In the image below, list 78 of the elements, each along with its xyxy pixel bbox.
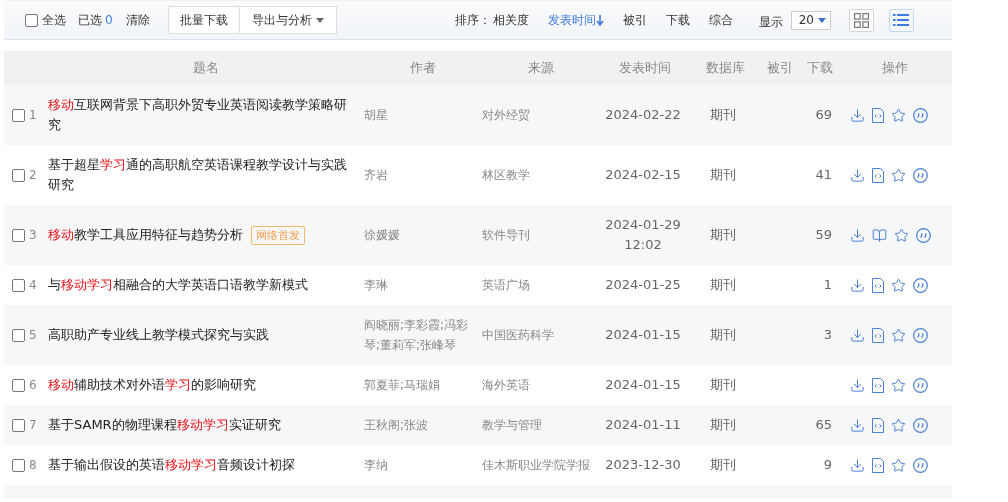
column-header: 下载 [806, 59, 834, 77]
sort-option[interactable]: 被引 [622, 11, 647, 29]
selected-count: 0 [105, 13, 113, 27]
sort-option[interactable]: 综合 [708, 11, 733, 29]
clear-link[interactable]: 清除 [125, 11, 150, 29]
author-cell-text: 李纳 [364, 457, 389, 474]
database-cell-text: 期刊 [709, 456, 737, 474]
source-cell-text: 英语广场 [482, 277, 531, 294]
download-count-cell-text: 59 [814, 226, 833, 244]
source-cell-text: 软件导刊 [482, 227, 531, 244]
article-title-link[interactable]: 移动互联网背景下高职外贸专业英语阅读教学策略研究 [48, 95, 350, 135]
online-first-badge: 网络首发 [251, 225, 305, 245]
batch-download-button[interactable]: 批量下载 [167, 6, 240, 34]
sort-option[interactable]: 相关度 [492, 11, 529, 29]
date-cell-text: 2024-02-22 [604, 106, 682, 124]
author-cell-text: 郭夏菲;马瑞娟 [364, 377, 442, 394]
select-all-checkbox[interactable]: 全选 [25, 11, 66, 29]
article-title-link[interactable]: 高职助产专业线上教学模式探究与实践 [48, 325, 269, 345]
row-number: 3 [29, 228, 37, 242]
database-cell-text: 期刊 [709, 226, 737, 244]
row-number: 5 [29, 328, 37, 342]
download-count-cell-text: 41 [814, 166, 833, 184]
article-title-link[interactable]: 移动辅助技术对外语学习 的影响研究 [48, 375, 256, 395]
column-header: 题名 [192, 59, 220, 77]
date-cell-text: 2024-01-15 [604, 376, 682, 394]
source-cell-text: 海外英语 [482, 377, 531, 394]
page-size-select[interactable]: 20 [790, 10, 831, 30]
source-cell-text: 中国医药科学 [482, 327, 555, 344]
selected-label: 已选 [78, 11, 102, 29]
source-cell-text: 林区教学 [482, 167, 531, 184]
source-cell-text: 教学与管理 [482, 417, 543, 434]
row-number: 8 [29, 458, 37, 472]
database-cell-text: 期刊 [709, 106, 737, 124]
database-cell-text: 期刊 [709, 376, 737, 394]
author-cell-text: 胡星 [364, 107, 389, 124]
column-header: 来源 [527, 59, 555, 77]
date-cell-text: 2024-01-11 [604, 416, 682, 434]
sort-option[interactable]: 下载 [665, 11, 690, 29]
database-cell-text: 期刊 [709, 276, 737, 294]
download-count-cell-text: 69 [814, 106, 833, 124]
database-cell-text: 期刊 [709, 166, 737, 184]
row-number: 7 [29, 418, 37, 432]
database-cell-text: 期刊 [709, 416, 737, 434]
display-label: 显示 [758, 13, 783, 31]
download-count-cell-text: 65 [814, 416, 833, 434]
author-cell-text: 李琳 [364, 277, 389, 294]
download-count-cell-text: 9 [822, 456, 833, 474]
author-cell-text: 徐媛媛 [364, 227, 401, 244]
date-cell-text: 2023-12-30 [604, 456, 682, 474]
column-header: 被引 [766, 59, 794, 77]
column-header: 数据库 [704, 59, 746, 77]
column-header: 作者 [409, 59, 437, 77]
author-cell-text: 阎晓丽;李彩霞;冯彩琴;董莉军;张峰琴 [364, 317, 470, 354]
download-count-cell-text: 1 [822, 276, 833, 294]
row-number: 2 [29, 168, 37, 182]
author-cell-text: 王秋阁;张波 [364, 417, 430, 434]
export-dropdown[interactable]: 导出与分析 [238, 6, 337, 34]
article-title-link[interactable]: 基于输出假设的英语移动学习音频设计初探 [48, 455, 295, 475]
row-number: 1 [29, 108, 37, 122]
article-title-link[interactable]: 基于SAMR的物理课程移动学习实证研究 [48, 415, 281, 435]
article-title-link[interactable]: 与移动学习相融合的大学英语口语教学新模式 [48, 275, 308, 295]
download-count-cell-text: 3 [822, 326, 833, 344]
row-number: 4 [29, 278, 37, 292]
sort-label: 排序： [454, 11, 491, 29]
date-cell-text: 2024-02-15 [604, 166, 682, 184]
source-cell-text: 对外经贸 [482, 107, 531, 124]
date-cell-text: 2024-01-29 12:02 [604, 216, 682, 254]
article-title-link[interactable]: 移动教学工具应用特征与趋势分析 [48, 225, 243, 245]
database-cell-text: 期刊 [709, 326, 737, 344]
author-cell-text: 齐岩 [364, 167, 389, 184]
date-cell-text: 2024-01-15 [604, 326, 682, 344]
column-header: 发表时间 [618, 59, 672, 77]
article-title-link[interactable]: 基于超星学习通的高职航空英语课程教学设计与实践研究 [48, 155, 350, 195]
row-number: 6 [29, 378, 37, 392]
source-cell-text: 佳木斯职业学院学报 [482, 457, 591, 474]
date-cell-text: 2024-01-25 [604, 276, 682, 294]
sort-option[interactable]: 发表时间 [547, 11, 604, 29]
column-header: 操作 [881, 59, 909, 77]
